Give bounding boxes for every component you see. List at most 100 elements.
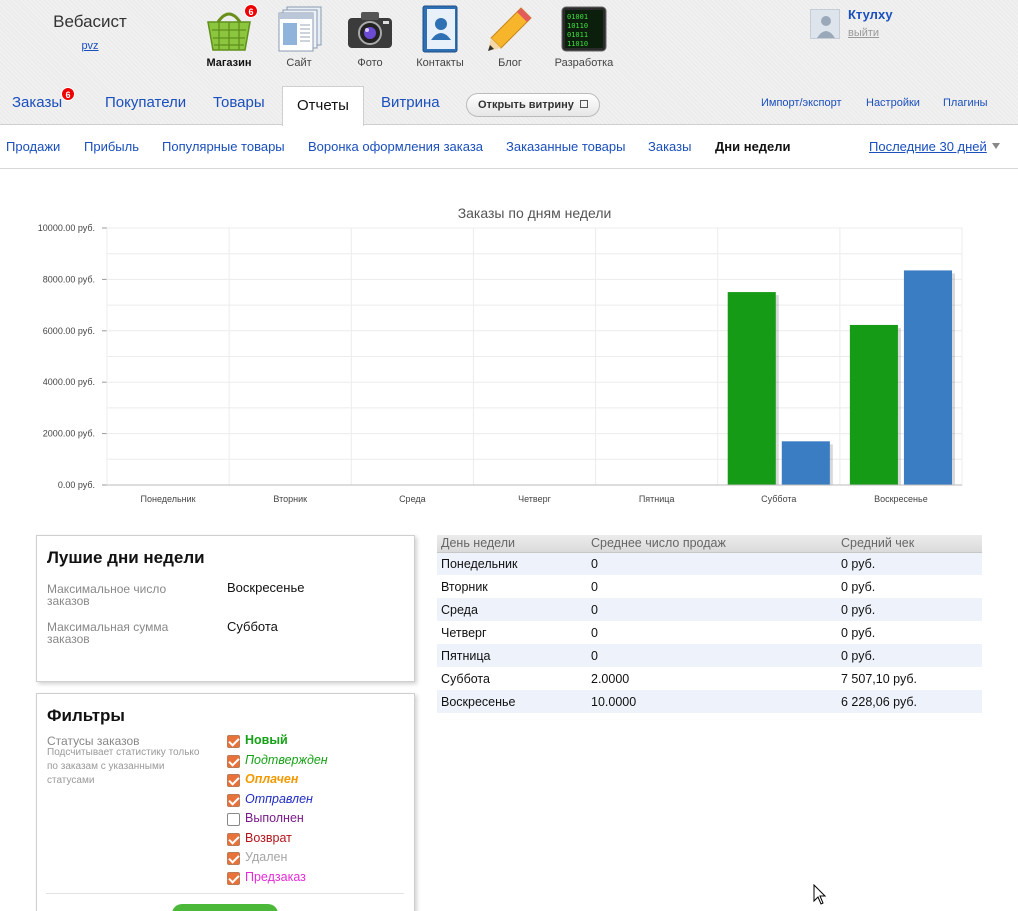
app-label: Разработка — [554, 57, 614, 69]
main-nav: Заказы 6 Покупатели Товары Отчеты Витрин… — [0, 84, 1018, 126]
table-row: Четверг 0 0 руб. — [437, 621, 982, 644]
chart-svg: Заказы по дням недели 0.00 руб. 2000.00 ру… — [38, 205, 963, 504]
mouse-cursor-icon — [813, 884, 827, 905]
chevron-down-icon[interactable] — [992, 143, 1000, 149]
checkbox-checked[interactable] — [227, 754, 240, 768]
chart-title: Заказы по дням недели — [458, 205, 612, 221]
bar — [849, 324, 898, 485]
report-subnav: Продажи Прибыль Популярные товары Воронк… — [0, 125, 1018, 169]
weekday-cell: Воскресенье — [437, 690, 587, 713]
svg-text:01011: 01011 — [567, 31, 588, 39]
user-name[interactable]: Ктулху — [848, 7, 893, 22]
app-photo[interactable]: Фото — [337, 4, 403, 69]
apply-button[interactable] — [172, 904, 278, 911]
account-block: Вебасист pvz — [30, 12, 150, 52]
subtab-ordered-products[interactable]: Заказанные товары — [506, 139, 625, 154]
pencil-icon — [485, 4, 535, 54]
table-row: Воскресенье 10.0000 6 228,06 руб. — [437, 690, 982, 713]
open-storefront-button[interactable]: Открыть витрину — [466, 93, 600, 117]
app-dev[interactable]: 01001 10110 01011 11010 Разработка — [551, 4, 617, 69]
app-site[interactable]: Сайт — [266, 4, 332, 69]
max-sum-value: Суббота — [227, 619, 278, 634]
x-tick-label: Четверг — [518, 494, 552, 504]
column-header: Среднее число продаж — [587, 535, 837, 553]
checkbox-checked[interactable] — [227, 793, 240, 807]
column-header: День недели — [437, 535, 587, 553]
x-tick-label: Вторник — [273, 494, 307, 504]
status-label: Предзаказ — [245, 869, 306, 884]
checkbox-checked[interactable] — [227, 852, 240, 865]
avg-sales-cell: 2.0000 — [591, 671, 630, 686]
tab-products[interactable]: Товары — [213, 94, 265, 111]
weekday-cell: Вторник — [441, 579, 488, 594]
subtab-checkout-funnel[interactable]: Воронка оформления заказа — [308, 139, 483, 154]
app-label: Блог — [498, 57, 522, 69]
settings-link[interactable]: Настройки — [866, 97, 920, 109]
app-blog[interactable]: Блог — [477, 4, 543, 69]
import-export-link[interactable]: Импорт/экспорт — [761, 97, 842, 109]
checkbox-checked[interactable] — [227, 871, 240, 885]
table-header-row: День недели Среднее число продаж Средний… — [437, 535, 982, 553]
x-tick-label: Среда — [399, 494, 426, 504]
tab-reports[interactable]: Отчеты — [282, 86, 364, 126]
site-pages-icon — [274, 4, 324, 54]
tab-label: Заказы — [12, 94, 63, 111]
camera-icon — [345, 4, 395, 54]
table-row: Понедельник 0 0 руб. — [437, 552, 982, 575]
column-header: Средний чек — [837, 535, 982, 553]
plugins-link[interactable]: Плагины — [943, 97, 988, 109]
app-label: Магазин — [206, 57, 252, 69]
logout-link[interactable]: выйти — [848, 27, 879, 39]
subtab-sales[interactable]: Продажи — [6, 139, 60, 154]
tab-storefront[interactable]: Витрина — [381, 94, 440, 111]
tab-customers[interactable]: Покупатели — [105, 94, 186, 111]
account-link[interactable]: pvz — [30, 40, 150, 52]
code-terminal-icon: 01001 10110 01011 11010 — [559, 4, 609, 54]
period-select[interactable]: Последние 30 дней — [869, 139, 987, 154]
max-sum-label: Максимальная сумма заказов — [47, 620, 169, 646]
table-row: Вторник 0 0 руб. — [437, 575, 982, 598]
weekday-orders-chart: Заказы по дням недели 0.00 руб. 2000.00 ру… — [0, 195, 1018, 515]
svg-text:11010: 11010 — [567, 40, 588, 48]
avg-sales-cell: 10.0000 — [587, 690, 837, 713]
account-name: Вебасист — [53, 12, 127, 31]
contacts-book-icon — [415, 4, 465, 54]
subtab-popular-products[interactable]: Популярные товары — [162, 139, 285, 154]
x-tick-label: Понедельник — [141, 494, 196, 504]
table-row: Среда 0 0 руб. — [437, 598, 982, 621]
app-shop[interactable]: 6 Магазин — [196, 4, 262, 69]
subtab-orders[interactable]: Заказы — [648, 139, 691, 154]
tab-orders[interactable]: Заказы — [12, 94, 62, 111]
svg-text:10110: 10110 — [567, 22, 588, 30]
checkbox-unchecked[interactable] — [227, 813, 240, 826]
max-orders-label: Максимальное число заказов — [47, 582, 167, 608]
checkbox-checked[interactable] — [227, 832, 240, 846]
best-days-panel: Лушие дни недели Максимальное число зака… — [36, 535, 415, 682]
status-label: Новый — [245, 733, 288, 747]
app-contacts[interactable]: Контакты — [407, 4, 473, 69]
svg-text:01001: 01001 — [567, 13, 588, 21]
y-tick-label: 8000.00 руб. — [43, 274, 95, 284]
checkbox-checked[interactable] — [227, 774, 240, 787]
app-root: Вебасист pvz 6 Магазин Сайт Фото Контакт… — [0, 0, 1018, 911]
subtab-weekdays[interactable]: Дни недели — [715, 139, 791, 154]
filters-title: Фильтры — [47, 706, 125, 725]
avg-check-cell: 0 руб. — [841, 579, 876, 594]
top-header: Вебасист pvz 6 Магазин Сайт Фото Контакт… — [0, 0, 1018, 126]
external-link-icon — [580, 100, 588, 108]
table-body: Понедельник 0 0 руб. Вторник 0 0 руб. Среда 0 0 … — [437, 552, 982, 713]
weekday-cell: Четверг — [441, 625, 487, 640]
checkbox-checked[interactable] — [227, 735, 240, 748]
status-label: Возврат — [245, 830, 292, 845]
status-label: Подтвержден — [245, 752, 328, 767]
x-tick-label: Воскресенье — [874, 494, 928, 504]
status-label: Удален — [245, 850, 288, 864]
avg-check-cell: 7 507,10 руб. — [841, 671, 917, 686]
avg-check-cell: 0 руб. — [837, 644, 982, 667]
app-label: Фото — [357, 57, 383, 69]
avatar[interactable] — [810, 9, 840, 39]
x-tick-label: Суббота — [761, 494, 796, 504]
max-orders-value: Воскресенье — [227, 580, 305, 595]
shop-badge: 6 — [244, 4, 258, 18]
subtab-profit[interactable]: Прибыль — [84, 139, 139, 154]
